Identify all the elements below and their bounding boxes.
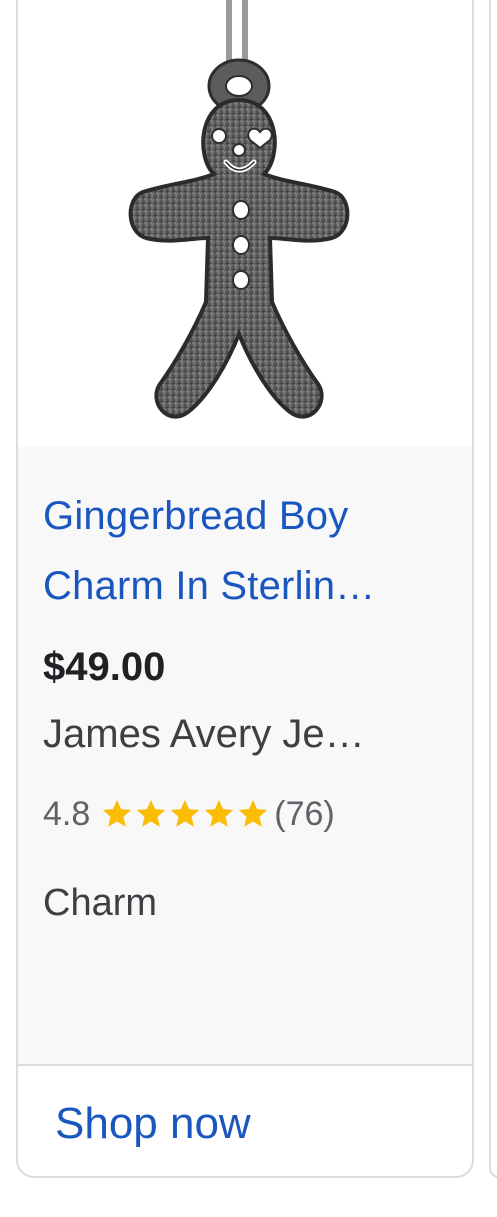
- product-price: $49.00: [43, 645, 166, 689]
- rating-stars: [100, 797, 270, 831]
- review-count: (76): [274, 794, 335, 833]
- product-image[interactable]: [18, 0, 472, 447]
- rating-row: 4.8 (76): [43, 794, 335, 834]
- rating-value: 4.8: [43, 794, 91, 833]
- product-title-link[interactable]: Gingerbread Boy Charm In Sterlin…: [43, 481, 453, 621]
- next-product-card[interactable]: [489, 0, 497, 1178]
- star-icon: [205, 799, 234, 827]
- star-icon: [137, 799, 166, 827]
- card-divider: [18, 1064, 472, 1066]
- shop-now-link[interactable]: Shop now: [55, 1099, 251, 1149]
- merchant-name: James Avery Je…: [43, 712, 365, 756]
- star-icon: [171, 799, 200, 827]
- gingerbread-charm-image: [128, 0, 350, 419]
- star-icon: [239, 799, 268, 827]
- product-card[interactable]: Gingerbread Boy Charm In Sterlin… $49.00…: [16, 0, 474, 1178]
- star-icon: [103, 799, 132, 827]
- product-category: Charm: [43, 882, 158, 924]
- product-info: Gingerbread Boy Charm In Sterlin… $49.00…: [18, 447, 472, 1064]
